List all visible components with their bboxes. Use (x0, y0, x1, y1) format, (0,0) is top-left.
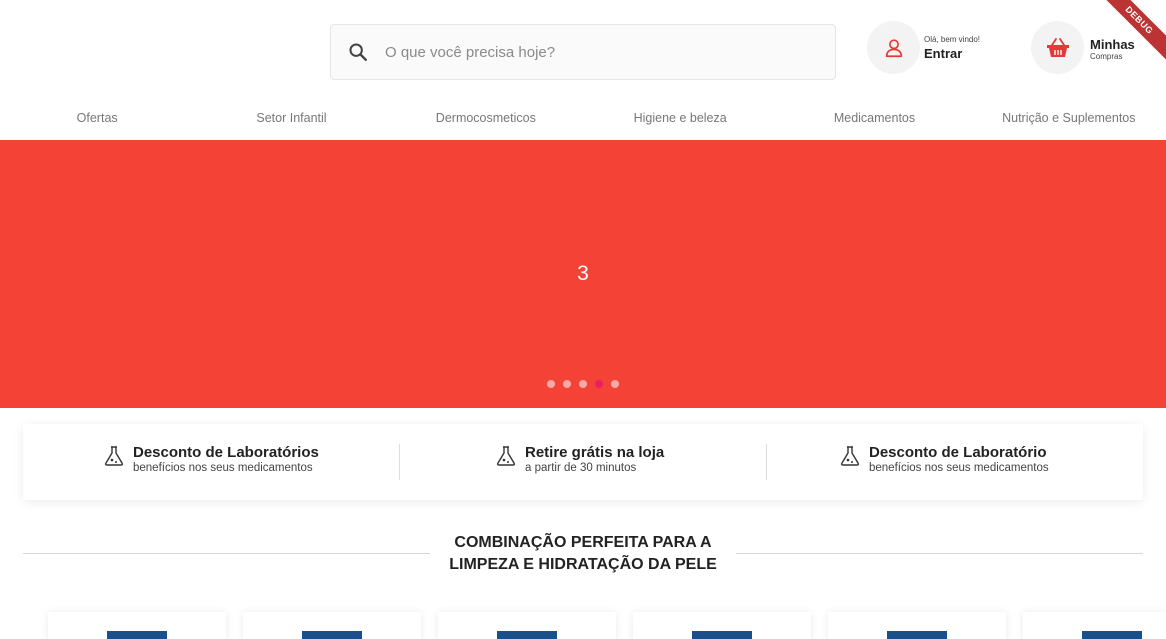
product-image (692, 631, 752, 639)
section-title-line: COMBINAÇÃO PERFEITA PARA A (454, 534, 712, 551)
nav-item-ofertas[interactable]: Ofertas (0, 96, 194, 140)
product-image (302, 631, 362, 639)
product-card[interactable] (243, 612, 421, 639)
section-title: COMBINAÇÃO PERFEITA PARA A LIMPEZA E HID… (430, 532, 736, 576)
product-image (107, 631, 167, 639)
cart-subtitle: Compras (1090, 51, 1123, 61)
benefit-subtitle: benefícios nos seus medicamentos (869, 461, 1049, 474)
nav-item-setor-infantil[interactable]: Setor Infantil (194, 96, 388, 140)
benefit-item: Desconto de Laboratórios benefícios nos … (101, 442, 319, 475)
banner-slide-number: 3 (577, 262, 589, 285)
search-bar[interactable] (330, 24, 836, 80)
product-card[interactable] (828, 612, 1006, 639)
carousel-dot-active[interactable] (595, 380, 603, 388)
product-card[interactable] (1023, 612, 1166, 639)
nav-item-medicamentos[interactable]: Medicamentos (777, 96, 971, 140)
nav-item-dermocosmeticos[interactable]: Dermocosmeticos (389, 96, 583, 140)
user-icon (867, 21, 920, 74)
basket-icon (1031, 21, 1084, 74)
search-icon[interactable] (331, 25, 385, 79)
cart-button[interactable]: Minhas Compras (1031, 21, 1135, 74)
benefit-item: Retire grátis na loja a partir de 30 min… (493, 442, 664, 475)
product-image (1082, 631, 1142, 639)
benefit-title: Desconto de Laboratório (869, 443, 1047, 461)
hero-banner[interactable]: 3 (0, 140, 1166, 408)
benefit-title: Desconto de Laboratórios (133, 443, 319, 461)
divider (399, 444, 400, 480)
benefit-item: Desconto de Laboratório benefícios nos s… (837, 442, 1049, 475)
search-input[interactable] (385, 43, 805, 61)
benefit-subtitle: benefícios nos seus medicamentos (133, 461, 313, 474)
flask-icon (101, 442, 129, 475)
login-link[interactable]: Entrar (924, 46, 980, 61)
header: Olá, bem vindo! Entrar Minhas Compras DE… (0, 0, 1166, 96)
section-title-line: LIMPEZA E HIDRATAÇÃO DA PELE (449, 556, 717, 573)
divider (766, 444, 767, 480)
benefits-bar: Desconto de Laboratórios benefícios nos … (23, 424, 1143, 500)
product-card[interactable] (633, 612, 811, 639)
carousel-dot[interactable] (563, 380, 571, 388)
product-card[interactable] (438, 612, 616, 639)
category-nav: Ofertas Setor Infantil Dermocosmeticos H… (0, 96, 1166, 140)
benefit-title: Retire grátis na loja (525, 443, 665, 461)
carousel-dot[interactable] (611, 380, 619, 388)
product-image (497, 631, 557, 639)
account-greeting: Olá, bem vindo! (924, 34, 981, 44)
nav-item-nutricao-e-suplementos[interactable]: Nutrição e Suplementos (972, 96, 1166, 140)
product-card[interactable] (48, 612, 226, 639)
carousel-dots (547, 380, 619, 388)
page: Olá, bem vindo! Entrar Minhas Compras DE… (0, 0, 1166, 639)
carousel-dot[interactable] (579, 380, 587, 388)
product-image (887, 631, 947, 639)
cart-title: Minhas (1090, 36, 1135, 52)
carousel-dot[interactable] (547, 380, 555, 388)
nav-item-higiene-e-beleza[interactable]: Higiene e beleza (583, 96, 777, 140)
flask-icon (493, 442, 521, 475)
benefit-subtitle: a partir de 30 minutos (525, 461, 637, 474)
flask-icon (837, 442, 865, 475)
account-button[interactable]: Olá, bem vindo! Entrar (867, 21, 980, 74)
